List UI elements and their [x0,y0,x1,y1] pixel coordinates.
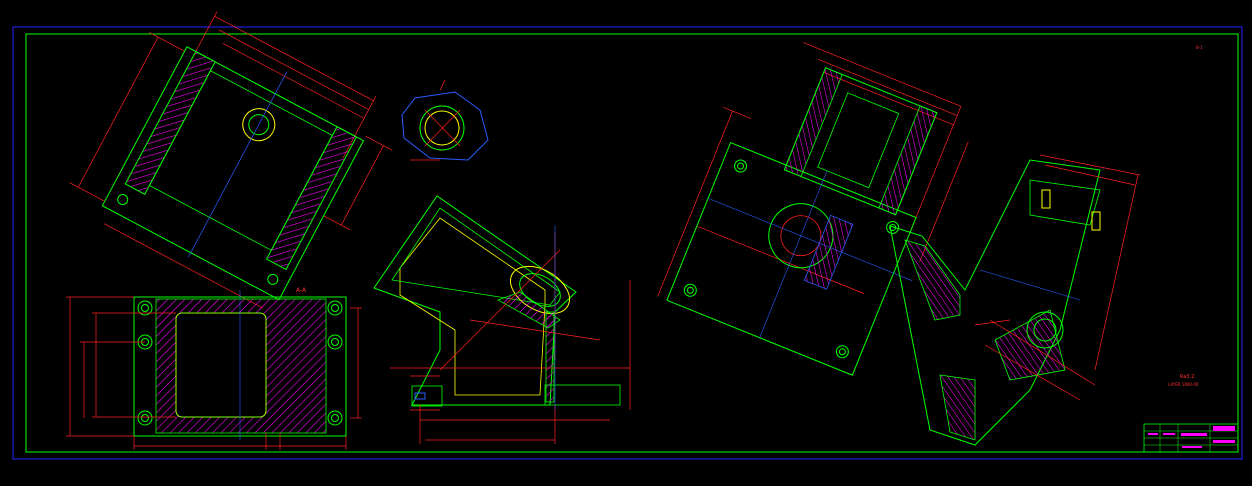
note-layer: LAYER 1000-00 [1168,382,1199,387]
view-far-right-angled [889,154,1141,446]
view-right-rotated-body [657,42,969,376]
view-center-elevation [373,195,631,444]
view-corner-mark: B-1 [1196,45,1203,50]
view-top-left-bracket [69,11,393,309]
view-circular-detail [401,79,489,161]
title-block [1143,423,1239,453]
cad-drawing-canvas: A-A Ra3.2 LAYER 1000-00 B-1 [12,11,1243,460]
view-section-aa-plan: A-A [66,287,362,450]
section-label: A-A [296,287,307,294]
note-roughness: Ra3.2 [1180,374,1194,380]
